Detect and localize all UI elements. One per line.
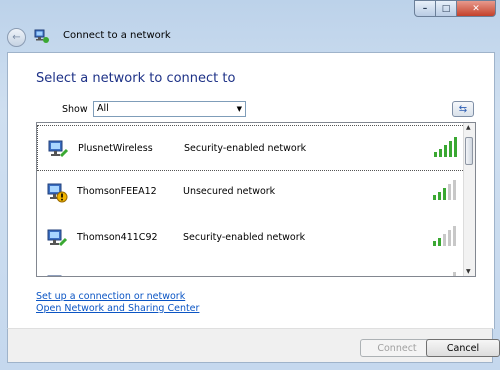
minimize-button[interactable]: –: [414, 0, 436, 17]
show-filter-dropdown[interactable]: All ▼: [93, 101, 246, 117]
show-filter-value: All: [97, 103, 109, 114]
secured-network-icon: [48, 140, 69, 158]
maximize-button[interactable]: □: [436, 0, 457, 17]
dialog-window: – □ ✕ ← Connect to a network Select a ne…: [0, 0, 500, 370]
network-name: ThomsonFEEA12: [77, 186, 157, 197]
network-list-item[interactable]: PlusnetWireless Security-enabled network: [37, 125, 465, 171]
close-button[interactable]: ✕: [457, 0, 496, 17]
cancel-button[interactable]: Cancel: [426, 339, 500, 357]
button-bar: Connect Cancel: [7, 328, 500, 363]
show-label: Show: [62, 104, 88, 115]
network-name: Thomson411C92: [77, 232, 158, 243]
back-arrow-icon: ←: [12, 32, 21, 43]
refresh-icon: ⇆: [458, 103, 468, 115]
network-security: Security-enabled network: [184, 143, 307, 154]
network-security: Security-enabled network: [183, 232, 306, 243]
network-list[interactable]: PlusnetWireless Security-enabled network: [36, 122, 476, 277]
network-list-item[interactable]: ThomsonFEEA12 Unsecured network: [37, 169, 465, 215]
network-security: Unsecured network: [183, 186, 276, 197]
connect-button[interactable]: Connect: [360, 339, 434, 357]
sharing-center-link[interactable]: Open Network and Sharing Center: [36, 303, 199, 314]
page-title: Select a network to connect to: [36, 71, 236, 86]
network-name: PlusnetWireless: [78, 143, 153, 154]
refresh-button[interactable]: ⇆: [452, 101, 474, 117]
back-button[interactable]: ←: [7, 28, 26, 47]
signal-strength-icon: [434, 137, 457, 157]
unsecured-network-icon: [47, 183, 68, 203]
content-area: Select a network to connect to Show All …: [7, 52, 495, 329]
signal-strength-icon: [453, 272, 456, 276]
secured-network-icon: [47, 229, 68, 247]
secured-network-icon: [47, 275, 62, 276]
signal-strength-icon: [433, 180, 456, 200]
caption-buttons: – □ ✕: [414, 0, 496, 17]
scroll-down-icon[interactable]: ▼: [466, 268, 471, 275]
scroll-up-icon[interactable]: ▲: [466, 124, 471, 131]
window-title: Connect to a network: [63, 30, 171, 41]
list-scrollbar[interactable]: ▲ ▼: [463, 123, 475, 276]
chevron-down-icon: ▼: [236, 105, 242, 113]
signal-strength-icon: [433, 226, 456, 246]
scrollbar-thumb[interactable]: [465, 137, 473, 165]
network-list-item-partial[interactable]: [37, 261, 465, 276]
network-list-item[interactable]: Thomson411C92 Security-enabled network: [37, 215, 465, 261]
network-connection-icon: [34, 29, 49, 43]
setup-connection-link[interactable]: Set up a connection or network: [36, 291, 185, 302]
